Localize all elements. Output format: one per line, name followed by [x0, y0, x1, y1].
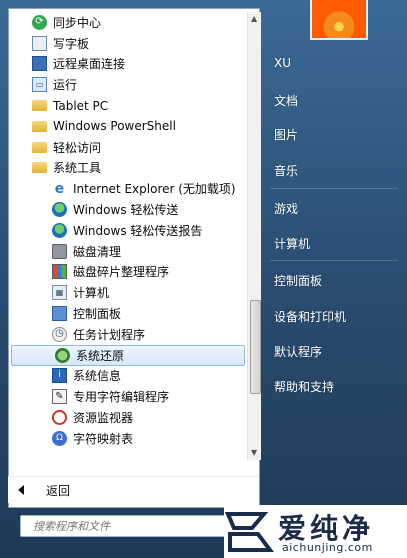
- scroll-up-arrow-icon[interactable]: ▲: [251, 14, 257, 23]
- watermark-url: aichunjing.com: [282, 541, 373, 554]
- program-item-easy-transfer[interactable]: Windows 轻松传送: [9, 199, 245, 220]
- right-separator: [270, 188, 398, 189]
- program-item-disk-defrag[interactable]: 磁盘碎片整理程序: [9, 262, 245, 283]
- folder-icon: [32, 120, 47, 132]
- system-restore-icon: [55, 347, 70, 363]
- user-avatar[interactable]: [310, 0, 368, 40]
- program-label: 写字板: [53, 36, 90, 51]
- program-label: 磁盘清理: [73, 244, 122, 259]
- folder-label: 轻松访问: [53, 140, 102, 155]
- program-label: 磁盘碎片整理程序: [73, 265, 170, 280]
- right-item-music[interactable]: 音乐: [274, 162, 298, 179]
- right-item-documents[interactable]: 文档: [274, 92, 298, 109]
- program-label: 计算机: [73, 286, 110, 301]
- disk-cleanup-icon: [52, 243, 67, 259]
- program-label: 控制面板: [73, 307, 122, 322]
- folder-label: 系统工具: [53, 161, 102, 176]
- disk-defrag-icon: [52, 264, 67, 280]
- program-item-easy-transfer-report[interactable]: Windows 轻松传送报告: [9, 220, 245, 241]
- control-panel-icon: [52, 306, 67, 322]
- program-item-remote-desktop[interactable]: 远程桌面连接: [9, 54, 245, 75]
- right-item-pictures[interactable]: 图片: [274, 126, 298, 143]
- folder-icon: [32, 162, 47, 174]
- back-button[interactable]: 返回: [8, 476, 258, 503]
- program-item-run[interactable]: ▭ 运行: [9, 74, 245, 95]
- programs-pane: ⟳ 同步中心 写字板 远程桌面连接 ▭ 运行 Tablet PC Windows…: [8, 8, 261, 508]
- watermark: 爱纯净 aichunjing.com: [224, 505, 407, 558]
- program-label: 专用字符编辑程序: [73, 390, 170, 405]
- folder-label: Windows PowerShell: [53, 119, 176, 134]
- programs-list: ⟳ 同步中心 写字板 远程桌面连接 ▭ 运行 Tablet PC Windows…: [9, 12, 245, 449]
- computer-icon: ▦: [52, 285, 67, 301]
- program-item-sync-center[interactable]: ⟳ 同步中心: [9, 12, 245, 33]
- right-item-games[interactable]: 游戏: [274, 200, 298, 217]
- program-item-resource-monitor[interactable]: 资源监视器: [9, 407, 245, 428]
- program-label: 同步中心: [53, 15, 102, 30]
- folder-item-system-tools[interactable]: 系统工具: [9, 158, 245, 179]
- folder-icon: [32, 141, 47, 153]
- resource-monitor-icon: [52, 410, 67, 426]
- folder-label: Tablet PC: [53, 98, 109, 113]
- search-input[interactable]: [31, 518, 237, 534]
- program-label: 系统还原: [76, 348, 125, 363]
- program-item-system-info[interactable]: i 系统信息: [9, 366, 245, 387]
- program-label: 远程桌面连接: [53, 57, 126, 72]
- program-label: 资源监视器: [73, 411, 134, 426]
- program-item-control-panel[interactable]: 控制面板: [9, 303, 245, 324]
- program-item-character-map[interactable]: Ω 字符映射表: [9, 428, 245, 449]
- watermark-logo-icon: [224, 512, 274, 552]
- program-item-disk-cleanup[interactable]: 磁盘清理: [9, 241, 245, 262]
- right-separator: [270, 260, 398, 261]
- program-label: Windows 轻松传送报告: [73, 223, 203, 238]
- program-item-system-restore[interactable]: 系统还原: [11, 344, 245, 366]
- char-editor-icon: ✎: [52, 389, 67, 405]
- right-pane: XU 文档 图片 音乐 游戏 计算机 控制面板 设备和打印机 默认程序 帮助和支…: [260, 0, 407, 508]
- scroll-down-arrow-icon[interactable]: ▼: [251, 448, 257, 457]
- program-item-char-editor[interactable]: ✎ 专用字符编辑程序: [9, 386, 245, 407]
- right-item-default-programs[interactable]: 默认程序: [274, 343, 322, 360]
- program-item-computer[interactable]: ▦ 计算机: [9, 282, 245, 303]
- program-label: 任务计划程序: [73, 327, 146, 342]
- folder-item-accessibility[interactable]: 轻松访问: [9, 137, 245, 158]
- program-label: Windows 轻松传送: [73, 203, 179, 218]
- right-item-computer[interactable]: 计算机: [274, 235, 310, 252]
- program-item-wordpad[interactable]: 写字板: [9, 33, 245, 54]
- program-item-task-scheduler[interactable]: ◷ 任务计划程序: [9, 324, 245, 345]
- right-item-help-support[interactable]: 帮助和支持: [274, 378, 334, 395]
- run-icon: ▭: [32, 77, 47, 93]
- easy-transfer-icon: [52, 202, 67, 218]
- task-scheduler-icon: ◷: [52, 326, 67, 342]
- wordpad-icon: [32, 35, 47, 51]
- internet-explorer-icon: e: [54, 180, 65, 197]
- right-item-user-name[interactable]: XU: [274, 56, 291, 70]
- back-label: 返回: [46, 483, 71, 498]
- program-label: Internet Explorer (无加载项): [73, 182, 236, 197]
- program-label: 系统信息: [73, 369, 122, 384]
- programs-scrollbar[interactable]: ▲ ▼: [247, 12, 261, 460]
- sync-center-icon: ⟳: [32, 14, 47, 30]
- right-item-control-panel[interactable]: 控制面板: [274, 272, 322, 289]
- remote-desktop-icon: [32, 56, 47, 72]
- program-item-internet-explorer[interactable]: e Internet Explorer (无加载项): [9, 178, 245, 199]
- folder-icon: [32, 100, 47, 112]
- program-label: 字符映射表: [73, 431, 134, 446]
- system-info-icon: i: [52, 368, 67, 384]
- program-label: 运行: [53, 78, 78, 93]
- folder-item-tablet-pc[interactable]: Tablet PC: [9, 95, 245, 116]
- right-item-devices-printers[interactable]: 设备和打印机: [274, 308, 346, 325]
- folder-item-powershell[interactable]: Windows PowerShell: [9, 116, 245, 137]
- easy-transfer-report-icon: [52, 222, 67, 238]
- search-box[interactable]: [20, 515, 238, 537]
- character-map-icon: Ω: [52, 430, 67, 446]
- back-arrow-icon: [18, 485, 24, 495]
